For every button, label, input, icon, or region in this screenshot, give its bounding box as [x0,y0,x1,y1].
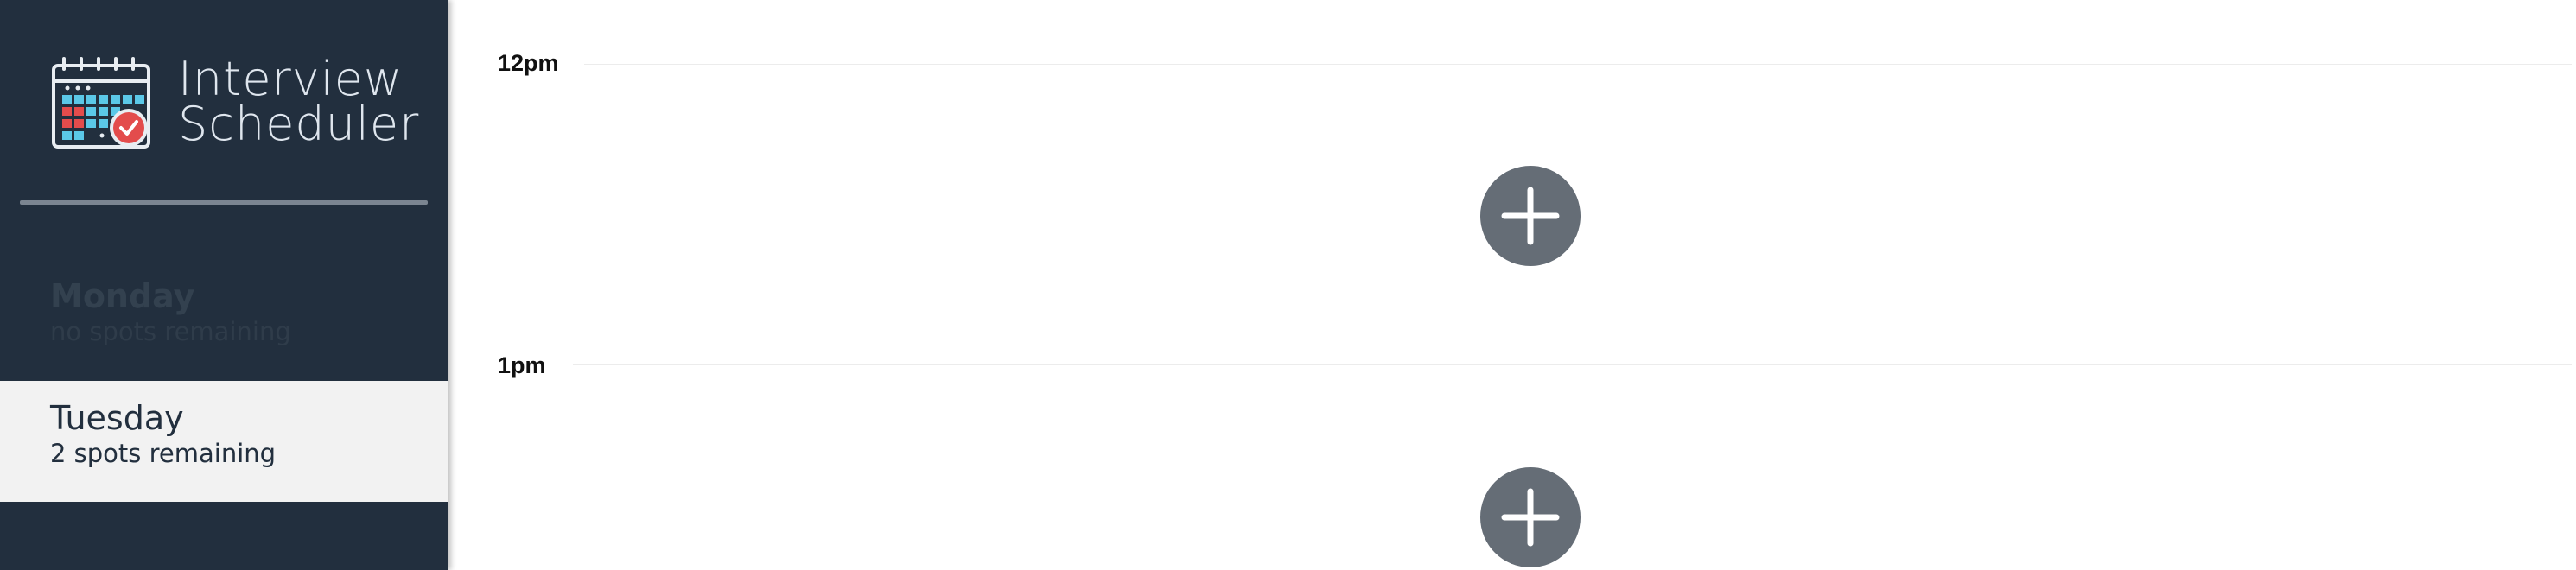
add-icon [1501,488,1560,547]
sidebar: Interview Scheduler Monday no spots rema… [0,0,448,570]
day-name: Monday [50,277,195,315]
slot-separator [573,364,2572,365]
schedule: 12pm 1pm [448,0,2576,570]
slot-time: 1pm [498,352,546,378]
add-icon [1501,187,1560,245]
day-list-item-tuesday[interactable]: Tuesday 2 spots remaining [0,381,448,502]
day-list: Monday no spots remaining Tuesday 2 spot… [0,259,448,502]
calendar-check-icon [52,57,150,149]
sidebar-divider [20,200,428,205]
appointment-slot: 1pm [448,302,2576,570]
add-appointment-button[interactable] [1480,166,1581,266]
add-appointment-button[interactable] [1480,467,1581,567]
app-title-line2: Scheduler [178,97,420,151]
day-name: Tuesday [50,399,184,437]
slot-time: 12pm [498,50,559,76]
day-spots: 2 spots remaining [50,439,277,468]
brand: Interview Scheduler [50,55,430,159]
appointment-slot: 12pm [448,0,2576,302]
app-root: Interview Scheduler Monday no spots rema… [0,0,2576,570]
slot-separator [584,64,2572,65]
day-spots: no spots remaining [50,317,291,346]
app-title: Interview Scheduler [178,56,420,151]
day-list-item-monday[interactable]: Monday no spots remaining [0,259,448,380]
